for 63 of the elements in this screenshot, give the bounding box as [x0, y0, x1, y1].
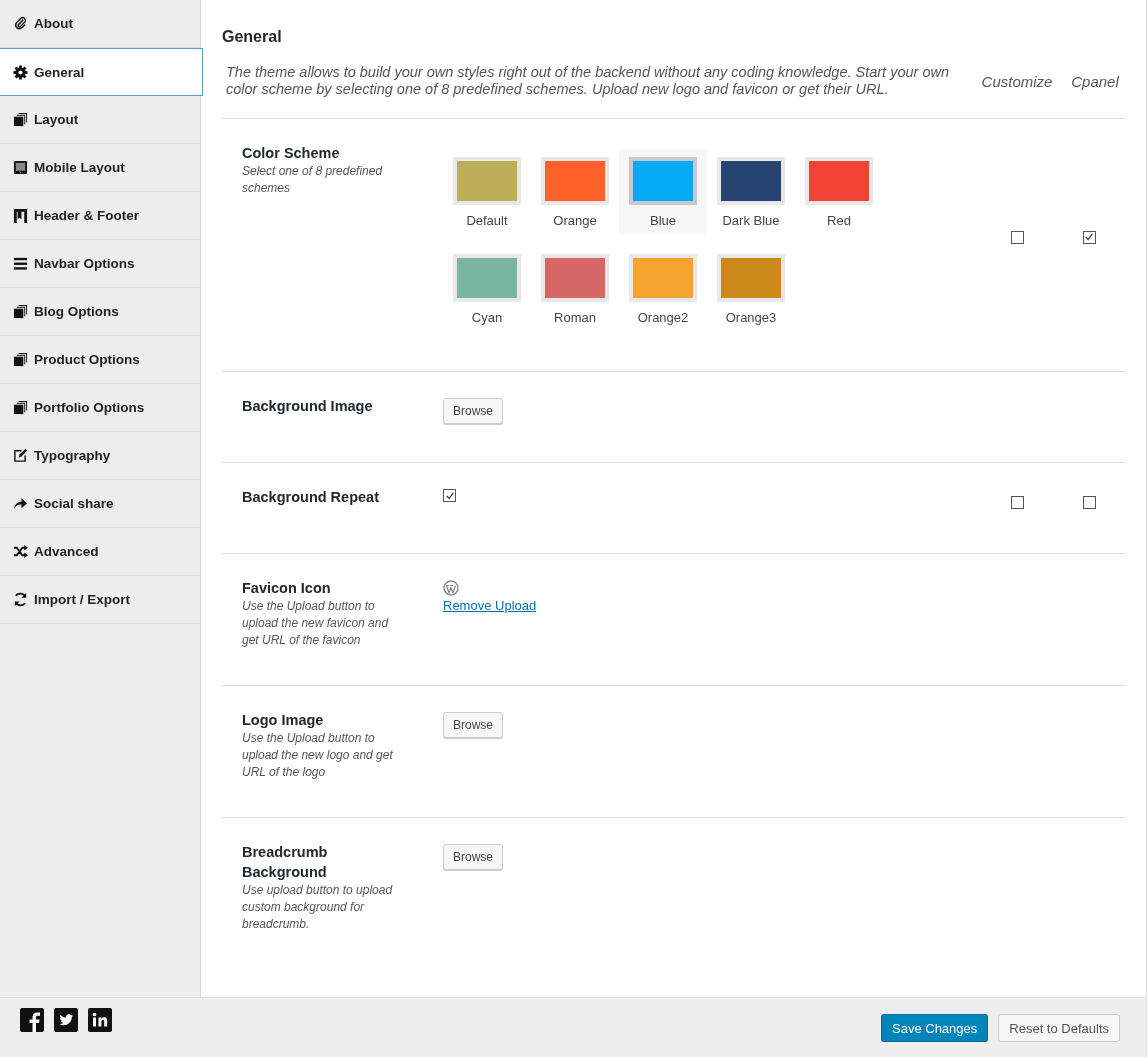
browse-button[interactable]: Browse	[443, 398, 503, 424]
setting-label: Background Repeat	[242, 488, 380, 507]
color-scheme-option[interactable]: Orange3	[707, 246, 795, 331]
pages-icon	[13, 400, 28, 415]
share-arrow-icon	[13, 496, 28, 511]
intro-text: The theme allows to build your own styles right out of the backend without any coding knowledge. Start your own color scheme by selecting one of 8 predefined schemes. Upload new logo and favicon or get their URL.	[226, 64, 950, 98]
setting-label: Logo Image	[242, 711, 325, 730]
setting-label: Breadcrumb Background	[242, 843, 329, 882]
linkedin-icon[interactable]	[88, 1008, 112, 1032]
sidebar-item[interactable]: Header & Footer	[0, 192, 201, 240]
column-header: Cpanel	[1070, 72, 1120, 90]
remove-upload-link[interactable]: Remove Upload	[443, 598, 537, 613]
sidebar-item[interactable]: Import / Export	[0, 576, 201, 624]
sidebar-item[interactable]: Social share	[0, 480, 201, 528]
tablet-icon	[13, 160, 28, 175]
section-title: General	[222, 28, 283, 46]
setting-description: Select one of 8 predefined schemes	[242, 163, 384, 197]
facebook-icon[interactable]	[20, 1008, 44, 1032]
color-scheme-option[interactable]: Blue	[619, 149, 707, 234]
setting-description: Use upload button to upload custom background for breadcrumb.	[242, 882, 394, 933]
checkbox[interactable]	[1082, 495, 1096, 509]
refresh-icon	[13, 592, 28, 607]
shuffle-icon	[13, 544, 28, 559]
browse-button[interactable]: Browse	[443, 712, 503, 738]
menu-icon	[13, 256, 28, 271]
sidebar-item[interactable]: Navbar Options	[0, 240, 201, 288]
browse-button[interactable]: Browse	[443, 844, 503, 870]
twitter-bird-icon[interactable]	[54, 1008, 78, 1032]
color-scheme-option[interactable]: Orange	[531, 149, 619, 234]
edit-icon	[13, 448, 28, 463]
checkbox[interactable]	[1082, 230, 1096, 244]
save-button[interactable]: Save Changes	[881, 1014, 989, 1042]
setting-label: Favicon Icon	[242, 579, 332, 598]
checkbox[interactable]	[1010, 495, 1024, 509]
color-scheme-option[interactable]: Cyan	[443, 246, 531, 331]
sidebar-item[interactable]: Layout	[0, 96, 201, 144]
sidebar-item[interactable]: Blog Options	[0, 288, 201, 336]
sidebar-item[interactable]: General	[0, 48, 203, 96]
bookmark-icon	[13, 208, 28, 223]
sidebar-item[interactable]: Typography	[0, 432, 201, 480]
gear-icon	[13, 64, 28, 80]
pages-icon	[13, 112, 28, 127]
reset-button[interactable]: Reset to Defaults	[998, 1014, 1120, 1042]
pages-icon	[13, 352, 28, 367]
color-scheme-option[interactable]: Default	[443, 149, 531, 234]
column-header: Customize	[981, 72, 1053, 90]
checkbox[interactable]	[443, 489, 456, 502]
setting-label: Color Scheme	[242, 144, 341, 163]
setting-description: Use the Upload button to upload the new favicon and get URL of the favicon	[242, 598, 390, 649]
checkbox[interactable]	[1010, 230, 1024, 244]
sidebar-item[interactable]: Portfolio Options	[0, 384, 201, 432]
color-scheme-option[interactable]: Roman	[531, 246, 619, 331]
sidebar-item[interactable]: Mobile Layout	[0, 144, 201, 192]
paperclip-icon	[13, 16, 28, 31]
color-scheme-option[interactable]: Orange2	[619, 246, 707, 331]
color-scheme-option[interactable]: Red	[795, 149, 883, 234]
setting-label: Background Image	[242, 397, 374, 416]
color-scheme-option[interactable]: Dark Blue	[707, 149, 795, 234]
wordpress-logo-icon	[443, 580, 459, 596]
sidebar-item[interactable]: Product Options	[0, 336, 201, 384]
setting-description: Use the Upload button to upload the new logo and get URL of the logo	[242, 730, 394, 781]
pages-icon	[13, 304, 28, 319]
sidebar-item[interactable]: Advanced	[0, 528, 201, 576]
